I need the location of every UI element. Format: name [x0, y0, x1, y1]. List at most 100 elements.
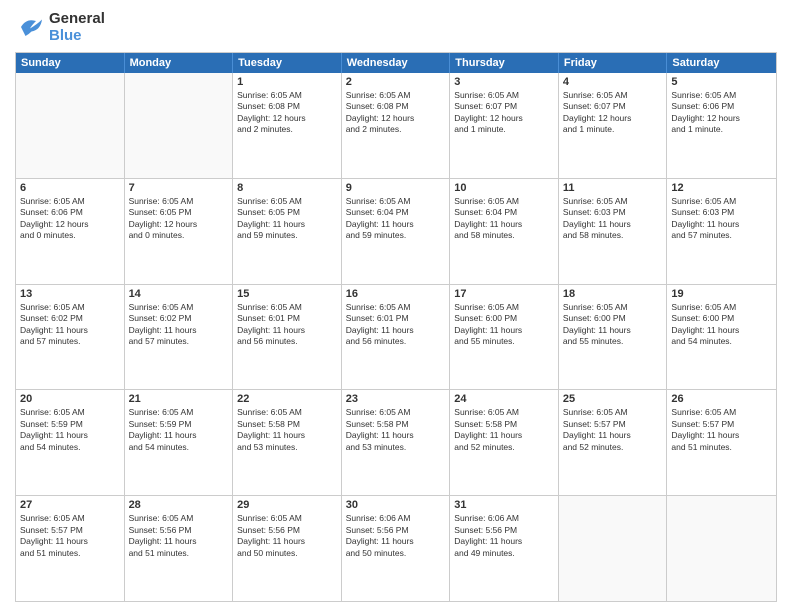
cell-info: Sunrise: 6:05 AM Sunset: 6:08 PM Dayligh…	[346, 90, 446, 136]
day-number: 27	[20, 499, 120, 511]
day-number: 16	[346, 288, 446, 300]
calendar-row-0: 1 Sunrise: 6:05 AM Sunset: 6:08 PM Daylig…	[16, 73, 776, 179]
cell-info: Sunrise: 6:05 AM Sunset: 6:04 PM Dayligh…	[454, 196, 554, 242]
calendar-body: 1 Sunrise: 6:05 AM Sunset: 6:08 PM Daylig…	[16, 73, 776, 601]
cell-info: Sunrise: 6:05 AM Sunset: 5:56 PM Dayligh…	[129, 513, 229, 559]
header-day-friday: Friday	[559, 53, 668, 73]
calendar-row-2: 13 Sunrise: 6:05 AM Sunset: 6:02 PM Dayli…	[16, 285, 776, 391]
cell-info: Sunrise: 6:05 AM Sunset: 6:01 PM Dayligh…	[346, 302, 446, 348]
cell-info: Sunrise: 6:05 AM Sunset: 5:56 PM Dayligh…	[237, 513, 337, 559]
calendar-cell: 4 Sunrise: 6:05 AM Sunset: 6:07 PM Daylig…	[559, 73, 668, 178]
day-number: 17	[454, 288, 554, 300]
header-day-wednesday: Wednesday	[342, 53, 451, 73]
page: General Blue SundayMondayTuesdayWednesda…	[0, 0, 792, 612]
day-number: 15	[237, 288, 337, 300]
cell-info: Sunrise: 6:05 AM Sunset: 5:57 PM Dayligh…	[20, 513, 120, 559]
day-number: 6	[20, 182, 120, 194]
calendar-row-1: 6 Sunrise: 6:05 AM Sunset: 6:06 PM Daylig…	[16, 179, 776, 285]
calendar-cell: 8 Sunrise: 6:05 AM Sunset: 6:05 PM Daylig…	[233, 179, 342, 284]
day-number: 25	[563, 393, 663, 405]
cell-info: Sunrise: 6:05 AM Sunset: 5:57 PM Dayligh…	[563, 407, 663, 453]
calendar-row-3: 20 Sunrise: 6:05 AM Sunset: 5:59 PM Dayli…	[16, 390, 776, 496]
cell-info: Sunrise: 6:05 AM Sunset: 6:03 PM Dayligh…	[563, 196, 663, 242]
cell-info: Sunrise: 6:05 AM Sunset: 5:59 PM Dayligh…	[20, 407, 120, 453]
header: General Blue	[15, 10, 777, 44]
calendar-cell: 3 Sunrise: 6:05 AM Sunset: 6:07 PM Daylig…	[450, 73, 559, 178]
calendar-header: SundayMondayTuesdayWednesdayThursdayFrid…	[16, 53, 776, 73]
calendar-cell: 26 Sunrise: 6:05 AM Sunset: 5:57 PM Dayli…	[667, 390, 776, 495]
cell-info: Sunrise: 6:05 AM Sunset: 6:05 PM Dayligh…	[237, 196, 337, 242]
calendar-cell: 11 Sunrise: 6:05 AM Sunset: 6:03 PM Dayli…	[559, 179, 668, 284]
cell-info: Sunrise: 6:05 AM Sunset: 6:08 PM Dayligh…	[237, 90, 337, 136]
day-number: 20	[20, 393, 120, 405]
calendar-cell: 13Sunrise: 6:05 AM Sunset: 6:02 PM Dayli…	[16, 285, 125, 390]
calendar-cell: 14Sunrise: 6:05 AM Sunset: 6:02 PM Dayli…	[125, 285, 234, 390]
day-number: 23	[346, 393, 446, 405]
calendar-cell: 1 Sunrise: 6:05 AM Sunset: 6:08 PM Daylig…	[233, 73, 342, 178]
cell-info: Sunrise: 6:05 AM Sunset: 6:00 PM Dayligh…	[563, 302, 663, 348]
header-day-monday: Monday	[125, 53, 234, 73]
calendar-cell: 28 Sunrise: 6:05 AM Sunset: 5:56 PM Dayli…	[125, 496, 234, 601]
calendar-cell: 21 Sunrise: 6:05 AM Sunset: 5:59 PM Dayli…	[125, 390, 234, 495]
calendar-cell: 16 Sunrise: 6:05 AM Sunset: 6:01 PM Dayli…	[342, 285, 451, 390]
calendar-cell: 20 Sunrise: 6:05 AM Sunset: 5:59 PM Dayli…	[16, 390, 125, 495]
cell-info: Sunrise: 6:05 AM Sunset: 6:01 PM Dayligh…	[237, 302, 337, 348]
day-number: 22	[237, 393, 337, 405]
cell-info: Sunrise: 6:05 AM Sunset: 6:06 PM Dayligh…	[671, 90, 772, 136]
cell-info: Sunrise: 6:05 AM Sunset: 6:03 PM Dayligh…	[671, 196, 772, 242]
day-number: 10	[454, 182, 554, 194]
header-day-sunday: Sunday	[16, 53, 125, 73]
calendar-cell: 18 Sunrise: 6:05 AM Sunset: 6:00 PM Dayli…	[559, 285, 668, 390]
day-number: 1	[237, 76, 337, 88]
day-number: 11	[563, 182, 663, 194]
calendar-cell	[16, 73, 125, 178]
logo-text: General Blue	[49, 10, 105, 44]
calendar-cell: 12 Sunrise: 6:05 AM Sunset: 6:03 PM Dayli…	[667, 179, 776, 284]
cell-info: Sunrise: 6:05 AM Sunset: 5:57 PM Dayligh…	[671, 407, 772, 453]
calendar-cell: 29 Sunrise: 6:05 AM Sunset: 5:56 PM Dayli…	[233, 496, 342, 601]
calendar-cell: 23 Sunrise: 6:05 AM Sunset: 5:58 PM Dayli…	[342, 390, 451, 495]
cell-info: Sunrise: 6:05 AM Sunset: 6:00 PM Dayligh…	[671, 302, 772, 348]
day-number: 31	[454, 499, 554, 511]
cell-info: Sunrise: 6:05 AM Sunset: 5:58 PM Dayligh…	[237, 407, 337, 453]
day-number: 29	[237, 499, 337, 511]
calendar-cell: 19 Sunrise: 6:05 AM Sunset: 6:00 PM Dayli…	[667, 285, 776, 390]
calendar-cell: 15 Sunrise: 6:05 AM Sunset: 6:01 PM Dayli…	[233, 285, 342, 390]
logo-icon	[15, 12, 45, 42]
cell-info: Sunrise: 6:05 AM Sunset: 5:58 PM Dayligh…	[454, 407, 554, 453]
calendar-cell: 5Sunrise: 6:05 AM Sunset: 6:06 PM Daylig…	[667, 73, 776, 178]
day-number: 12	[671, 182, 772, 194]
cell-info: Sunrise: 6:05 AM Sunset: 6:06 PM Dayligh…	[20, 196, 120, 242]
day-number: 7	[129, 182, 229, 194]
calendar-row-4: 27 Sunrise: 6:05 AM Sunset: 5:57 PM Dayli…	[16, 496, 776, 601]
day-number: 8	[237, 182, 337, 194]
cell-info: Sunrise: 6:05 AM Sunset: 5:59 PM Dayligh…	[129, 407, 229, 453]
calendar-cell: 22 Sunrise: 6:05 AM Sunset: 5:58 PM Dayli…	[233, 390, 342, 495]
cell-info: Sunrise: 6:05 AM Sunset: 6:02 PM Dayligh…	[129, 302, 229, 348]
day-number: 26	[671, 393, 772, 405]
calendar-cell: 27 Sunrise: 6:05 AM Sunset: 5:57 PM Dayli…	[16, 496, 125, 601]
cell-info: Sunrise: 6:05 AM Sunset: 5:58 PM Dayligh…	[346, 407, 446, 453]
day-number: 21	[129, 393, 229, 405]
day-number: 28	[129, 499, 229, 511]
day-number: 3	[454, 76, 554, 88]
calendar-cell: 7 Sunrise: 6:05 AM Sunset: 6:05 PM Daylig…	[125, 179, 234, 284]
calendar-cell: 30Sunrise: 6:06 AM Sunset: 5:56 PM Dayli…	[342, 496, 451, 601]
cell-info: Sunrise: 6:05 AM Sunset: 6:00 PM Dayligh…	[454, 302, 554, 348]
day-number: 2	[346, 76, 446, 88]
header-day-tuesday: Tuesday	[233, 53, 342, 73]
day-number: 19	[671, 288, 772, 300]
cell-info: Sunrise: 6:05 AM Sunset: 6:05 PM Dayligh…	[129, 196, 229, 242]
cell-info: Sunrise: 6:05 AM Sunset: 6:07 PM Dayligh…	[563, 90, 663, 136]
day-number: 9	[346, 182, 446, 194]
day-number: 4	[563, 76, 663, 88]
day-number: 18	[563, 288, 663, 300]
calendar-cell: 9 Sunrise: 6:05 AM Sunset: 6:04 PM Daylig…	[342, 179, 451, 284]
calendar-cell: 17 Sunrise: 6:05 AM Sunset: 6:00 PM Dayli…	[450, 285, 559, 390]
calendar-cell: 10 Sunrise: 6:05 AM Sunset: 6:04 PM Dayli…	[450, 179, 559, 284]
day-number: 13	[20, 288, 120, 300]
cell-info: Sunrise: 6:05 AM Sunset: 6:07 PM Dayligh…	[454, 90, 554, 136]
cell-info: Sunrise: 6:05 AM Sunset: 6:04 PM Dayligh…	[346, 196, 446, 242]
calendar-cell	[667, 496, 776, 601]
cell-info: Sunrise: 6:06 AM Sunset: 5:56 PM Dayligh…	[346, 513, 446, 559]
